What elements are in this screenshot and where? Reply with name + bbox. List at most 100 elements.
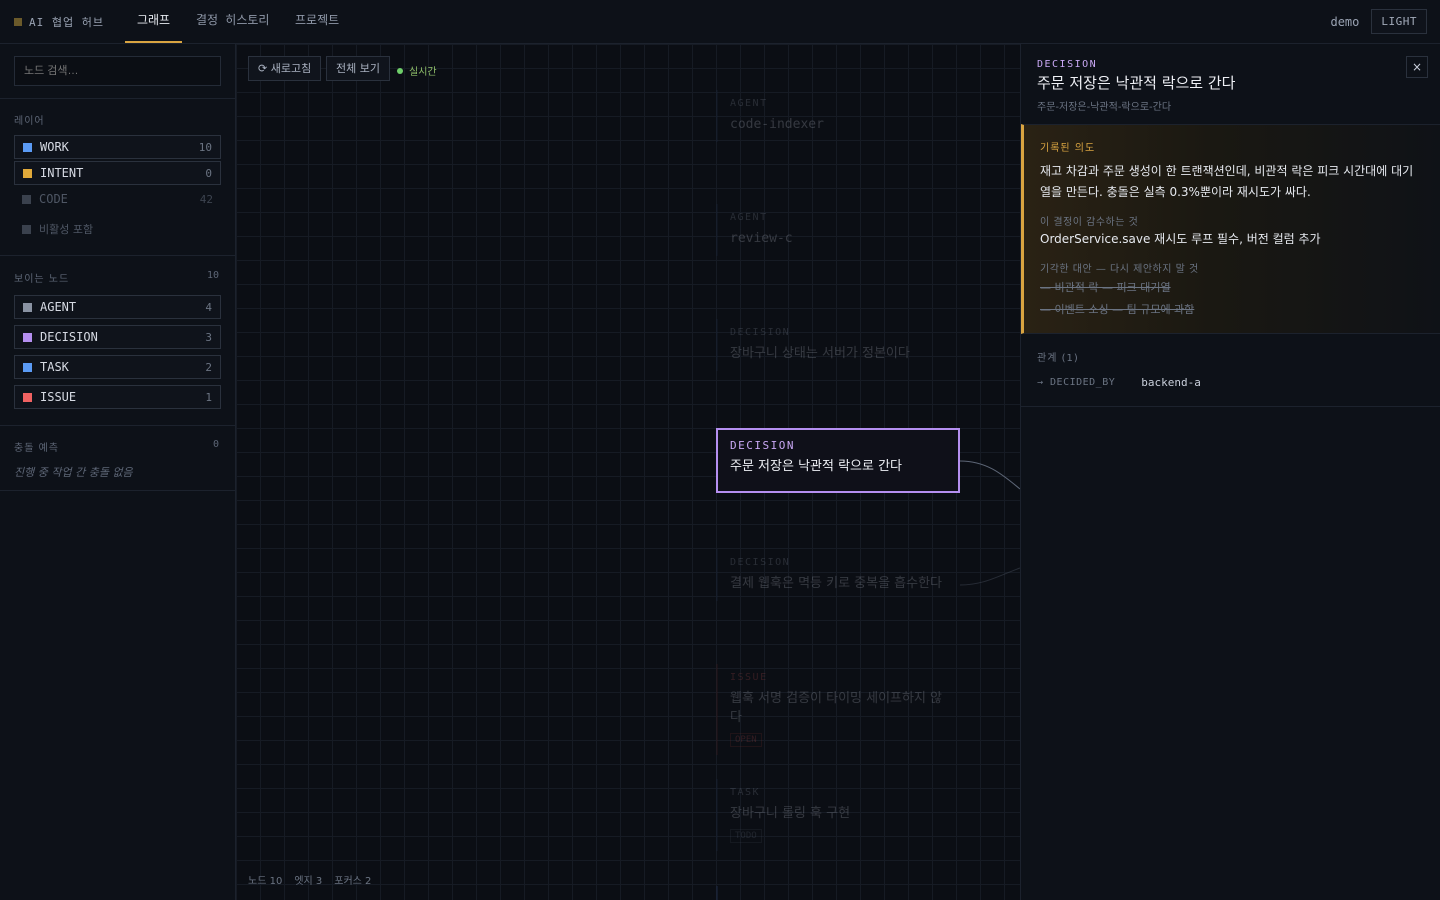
- edge-line: [959, 567, 1020, 586]
- graph-node-decision[interactable]: DECISION 장바구니 상태는 서버가 정본이다: [716, 319, 960, 371]
- rejected-label: 기각한 대안 — 다시 제안하지 말 것: [1040, 264, 1199, 275]
- type-name: ISSUE: [40, 390, 77, 404]
- panel-divider: [1021, 406, 1440, 407]
- relation-row[interactable]: → DECIDED_BY backend-a: [1037, 376, 1201, 389]
- type-filter-task[interactable]: TASK 2: [14, 355, 221, 379]
- edge-count: 엣지 3: [294, 876, 323, 887]
- sidebar-divider: [0, 490, 236, 491]
- layer-name: WORK: [40, 140, 69, 154]
- brand-name: AI 협업 허브: [29, 16, 104, 29]
- graph-node-task[interactable]: TASK 장바구니 롤링 훅 구현 TODO: [716, 779, 960, 851]
- node-status-badge: OPEN: [730, 733, 762, 747]
- accepts-label: 이 결정이 감수하는 것: [1040, 217, 1139, 228]
- type-count: 2: [205, 360, 212, 374]
- top-bar: AI 협업 허브 그래프 결정 히스토리 프로젝트 demo LIGHT: [0, 0, 1440, 44]
- conflict-count: 0: [212, 439, 219, 450]
- sidebar-divider: [0, 425, 236, 426]
- visible-nodes-label: 보이는 노드: [14, 274, 70, 285]
- detail-node-type: DECISION: [1037, 59, 1098, 70]
- work-swatch-icon: [23, 142, 32, 152]
- type-name: DECISION: [40, 330, 98, 344]
- type-filter-agent[interactable]: AGENT 4: [14, 295, 221, 319]
- intent-label: 기록된 의도: [1040, 143, 1096, 154]
- type-filter-issue[interactable]: ISSUE 1: [14, 385, 221, 409]
- layer-code[interactable]: CODE 42: [14, 187, 221, 211]
- type-name: TASK: [40, 360, 69, 374]
- visible-nodes-count: 10: [206, 270, 219, 281]
- node-title: 웹훅 서명 검증이 타이밍 세이프하지 않다: [730, 691, 943, 725]
- relation-type: → DECIDED_BY: [1037, 377, 1116, 388]
- node-title: code-indexer: [730, 117, 824, 132]
- node-type: TASK: [730, 787, 761, 798]
- node-title: review-c: [730, 231, 793, 246]
- relations-label: 관계 (1): [1037, 353, 1079, 364]
- node-count: 노드 10: [248, 876, 283, 887]
- node-type: DECISION: [730, 327, 791, 338]
- recorded-intent-section: 기록된 의도 재고 차감과 주문 생성이 한 트랜잭션인데, 비관적 락은 피크…: [1021, 124, 1440, 334]
- rejected-alternative: — 비관적 락 — 피크 대기열: [1040, 281, 1171, 294]
- node-title: 결제 웹훅은 멱등 키로 중복을 흡수한다: [730, 576, 943, 591]
- intent-body: 재고 차감과 주문 생성이 한 트랜잭션인데, 비관적 락은 피크 시간대에 대…: [1040, 164, 1414, 199]
- edge-line: [959, 460, 1020, 490]
- node-type: DECISION: [730, 439, 795, 452]
- graph-node-agent[interactable]: AGENT code-indexer: [716, 90, 960, 142]
- code-swatch-icon: [22, 194, 31, 204]
- graph-canvas[interactable]: ⟳ 새로고침 전체 보기 실시간 AGENT code-indexer AGEN…: [236, 44, 1020, 900]
- node-title: 주문 저장은 낙관적 락으로 간다: [730, 459, 903, 474]
- node-status-badge: TODO: [730, 829, 762, 843]
- type-filter-decision[interactable]: DECISION 3: [14, 325, 221, 349]
- layers-label: 레이어: [14, 116, 45, 127]
- graph-node-selected[interactable]: DECISION 주문 저장은 낙관적 락으로 간다: [716, 428, 960, 493]
- node-type: DECISION: [730, 557, 791, 568]
- type-name: AGENT: [40, 300, 77, 314]
- sidebar: 레이어 WORK 10 INTENT 0 CODE 42 비활성 포함 보이는 …: [0, 44, 236, 900]
- node-title: 장바구니 롤링 훅 구현: [730, 806, 851, 821]
- relation-target[interactable]: backend-a: [1141, 376, 1201, 389]
- issue-swatch-icon: [23, 392, 32, 402]
- rejected-alternative: — 이벤트 소싱 — 팀 규모에 과함: [1040, 303, 1195, 316]
- conflict-prediction-label: 충돌 예측: [14, 443, 59, 454]
- node-type: AGENT: [730, 98, 768, 109]
- layer-work[interactable]: WORK 10: [14, 135, 221, 159]
- focus-count: 포커스 2: [334, 876, 372, 887]
- intent-swatch-icon: [23, 168, 32, 178]
- tab-projects[interactable]: 프로젝트: [295, 0, 339, 43]
- node-type: ISSUE: [730, 672, 768, 683]
- layer-name: INTENT: [40, 166, 84, 180]
- accepts-value: OrderService.save 재시도 루프 필수, 버전 컬럼 추가: [1040, 232, 1321, 246]
- checkbox-icon: [22, 224, 31, 234]
- graph-node-issue[interactable]: ISSUE 웹훅 서명 검증이 타이밍 세이프하지 않다 OPEN: [716, 664, 960, 755]
- tab-graph[interactable]: 그래프: [125, 0, 182, 43]
- sidebar-divider: [0, 255, 236, 256]
- toggle-label: 비활성 포함: [39, 223, 94, 236]
- layer-count: 0: [205, 166, 212, 180]
- include-inactive-toggle[interactable]: 비활성 포함: [14, 217, 221, 241]
- task-swatch-icon: [23, 362, 32, 372]
- close-icon[interactable]: ×: [1406, 56, 1428, 78]
- type-count: 4: [205, 300, 212, 314]
- layer-intent[interactable]: INTENT 0: [14, 161, 221, 185]
- decision-swatch-icon: [23, 332, 32, 342]
- brand-logo-icon: [14, 18, 22, 26]
- graph-node-decision[interactable]: DECISION 결제 웹훅은 멱등 키로 중복을 흡수한다: [716, 549, 960, 601]
- node-type: AGENT: [730, 212, 768, 223]
- layer-count: 42: [199, 192, 213, 206]
- brand[interactable]: AI 협업 허브: [14, 14, 104, 30]
- node-search-input[interactable]: [14, 56, 221, 86]
- node-title: 장바구니 상태는 서버가 정본이다: [730, 346, 910, 361]
- layer-count: 10: [198, 140, 212, 154]
- detail-slug: 주문-저장은-낙관적-락으로-간다: [1037, 102, 1172, 113]
- node-detail-panel: DECISION 주문 저장은 낙관적 락으로 간다 주문-저장은-낙관적-락으…: [1020, 44, 1440, 900]
- layer-name: CODE: [39, 192, 68, 206]
- top-right-controls: demo LIGHT: [1330, 9, 1427, 34]
- conflict-empty-message: 진행 중 작업 간 충돌 없음: [14, 466, 133, 479]
- graph-node-agent[interactable]: AGENT review-c: [716, 204, 960, 256]
- detail-title: 주문 저장은 낙관적 락으로 간다: [1037, 74, 1236, 92]
- type-count: 1: [205, 390, 212, 404]
- sidebar-divider: [0, 98, 236, 99]
- canvas-status-bar: 노드 10 엣지 3 포커스 2: [248, 872, 371, 887]
- theme-toggle-button[interactable]: LIGHT: [1371, 9, 1427, 34]
- graph-node-partial[interactable]: [716, 886, 960, 900]
- user-name[interactable]: demo: [1330, 15, 1359, 29]
- tab-decision-history[interactable]: 결정 히스토리: [196, 0, 269, 43]
